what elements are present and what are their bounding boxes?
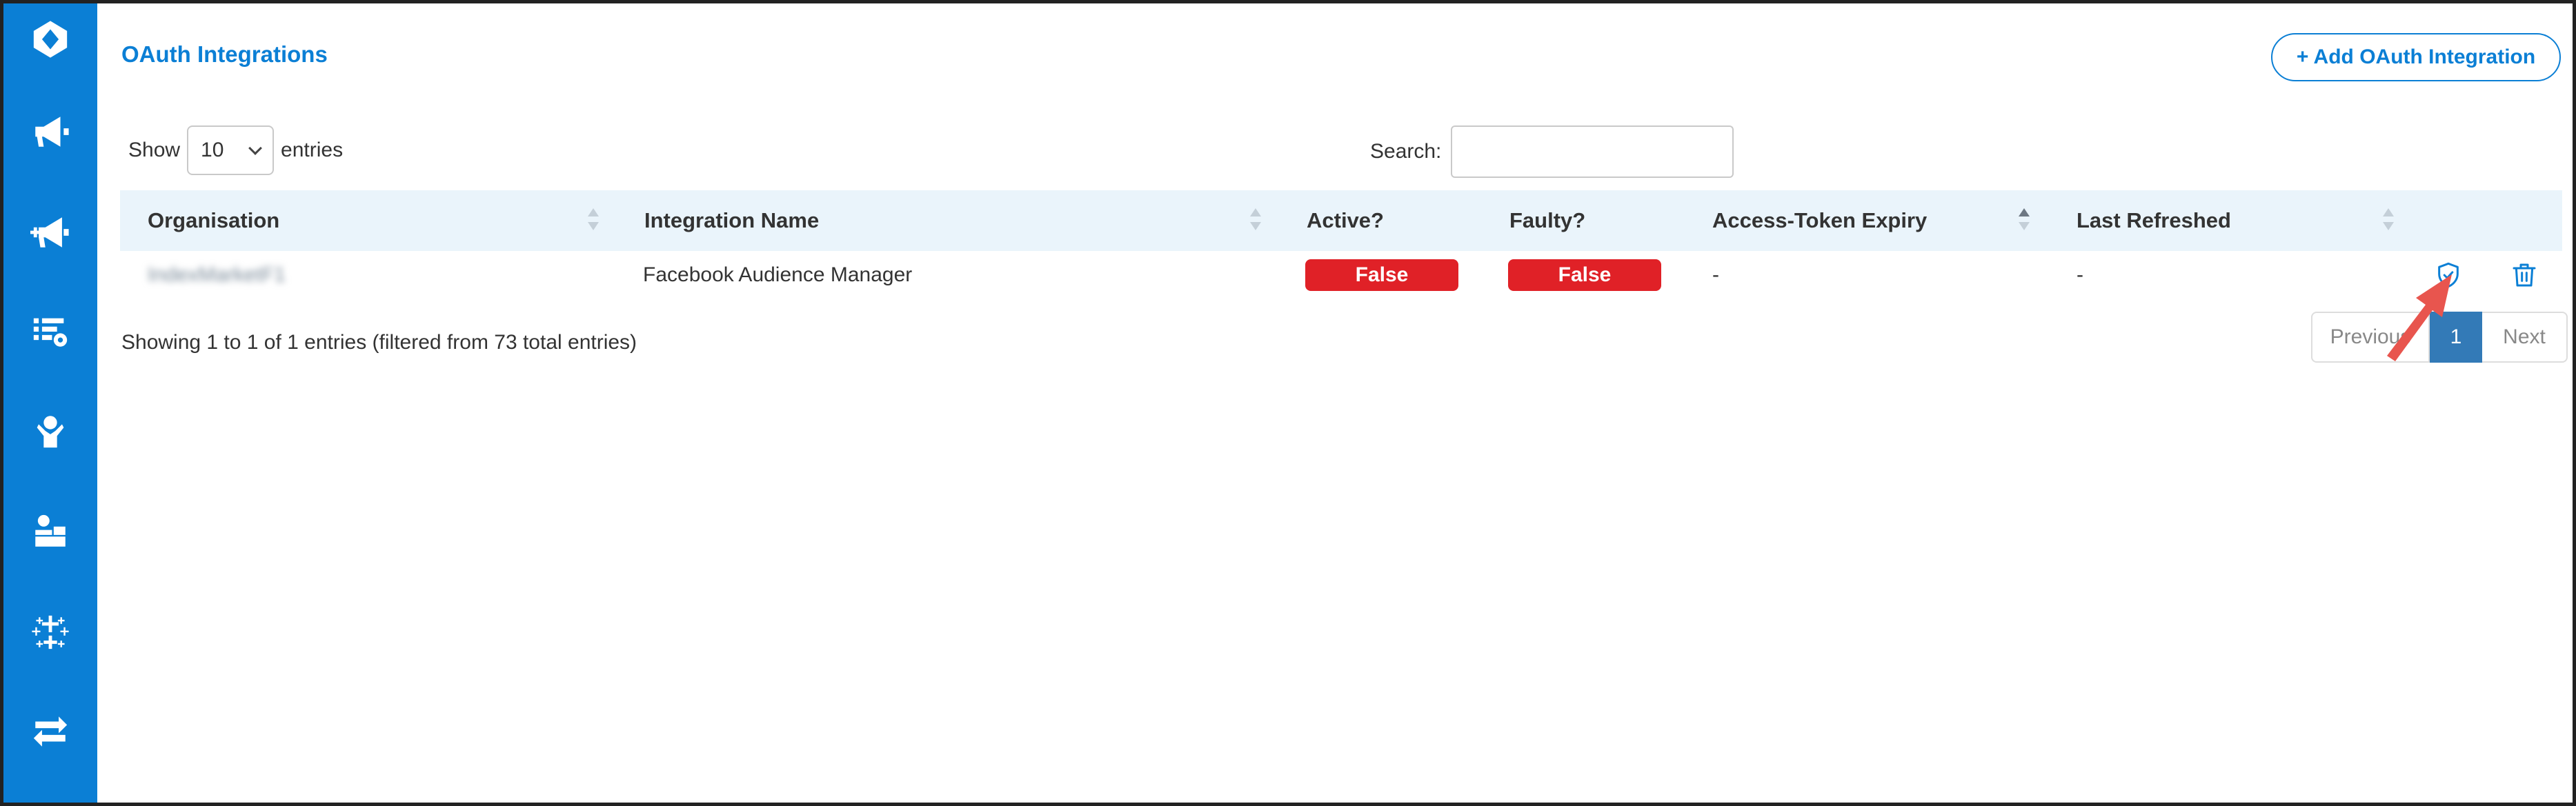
column-header-access-token-expiry[interactable]: Access-Token Expiry (1712, 190, 1927, 251)
sort-ascending-icon[interactable] (2019, 207, 2030, 234)
megaphone-icon[interactable] (23, 104, 78, 159)
chevron-down-icon (248, 141, 262, 155)
table-header: Organisation Integration Name Active? Fa… (120, 190, 2562, 251)
entries-select-value: 10 (201, 139, 224, 161)
search-control: Search: (1370, 125, 1734, 178)
next-page-button[interactable]: Next (2482, 312, 2568, 363)
column-header-faulty: Faulty? (1509, 208, 1586, 232)
column-header-active: Active? (1307, 208, 1384, 232)
faulty-status-badge: False (1508, 259, 1661, 291)
annotation-arrow-icon (2387, 274, 2452, 361)
sort-icon[interactable] (1250, 207, 1261, 234)
cell-integration-name: Facebook Audience Manager (643, 263, 913, 286)
page-title: OAuth Integrations (121, 41, 328, 67)
table-row: IndexMarketF1 Facebook Audience Manager … (120, 251, 2562, 299)
add-oauth-integration-button[interactable]: + Add OAuth Integration (2271, 33, 2561, 81)
cell-organisation: IndexMarketF1 (148, 263, 286, 286)
entries-label: entries (281, 139, 344, 161)
list-settings-icon[interactable] (23, 304, 78, 359)
column-header-organisation[interactable]: Organisation (148, 190, 279, 251)
search-label: Search: (1370, 140, 1442, 163)
user-support-icon[interactable] (23, 403, 78, 459)
show-label: Show (128, 139, 181, 161)
search-input[interactable] (1451, 125, 1734, 178)
sidebar (3, 3, 97, 803)
entries-length-control: Show 10 entries (128, 125, 343, 175)
logo-icon[interactable] (23, 12, 78, 67)
sort-icon[interactable] (588, 207, 599, 234)
cell-last-refreshed: - (2077, 263, 2083, 286)
cell-access-token-expiry: - (1712, 263, 1719, 286)
sort-icon[interactable] (2383, 207, 2394, 234)
column-header-last-refreshed[interactable]: Last Refreshed (2077, 190, 2231, 251)
column-header-integration-name[interactable]: Integration Name (644, 190, 819, 251)
window-frame (0, 0, 2576, 806)
trash-icon[interactable] (2508, 259, 2540, 291)
table-info: Showing 1 to 1 of 1 entries (filtered fr… (121, 331, 637, 354)
active-status-badge: False (1305, 259, 1458, 291)
transfer-arrows-icon[interactable] (23, 704, 78, 759)
user-desk-icon[interactable] (23, 504, 78, 559)
entries-select[interactable]: 10 (187, 125, 275, 175)
tableau-icon[interactable] (23, 605, 78, 660)
megaphone-add-icon[interactable] (23, 205, 78, 260)
